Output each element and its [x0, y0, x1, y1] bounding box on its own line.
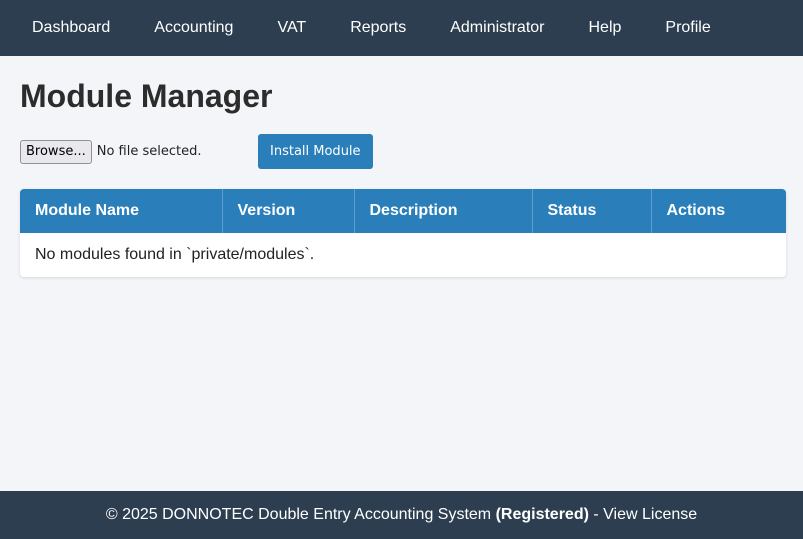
nav-item-reports[interactable]: Reports — [328, 0, 428, 56]
module-upload-form: Browse... No file selected. Install Modu… — [20, 134, 783, 169]
file-status-text: No file selected. — [96, 144, 202, 159]
nav-item-accounting[interactable]: Accounting — [132, 0, 255, 56]
install-module-button[interactable]: Install Module — [258, 134, 373, 169]
modules-table-card: Module Name Version Description Status A… — [20, 189, 786, 277]
modules-table: Module Name Version Description Status A… — [20, 189, 786, 277]
top-navbar: Dashboard Accounting VAT Reports Adminis… — [0, 0, 803, 56]
page-title: Module Manager — [20, 78, 273, 114]
browse-button[interactable]: Browse... — [20, 139, 92, 164]
nav-item-help[interactable]: Help — [566, 0, 643, 56]
footer-copyright: © 2025 DONNOTEC Double Entry Accounting … — [105, 506, 496, 523]
column-header-status: Status — [532, 189, 652, 233]
column-header-version: Version — [222, 189, 355, 233]
table-row: No modules found in `private/modules`. — [20, 233, 786, 277]
nav-item-dashboard[interactable]: Dashboard — [10, 0, 132, 56]
page-footer: © 2025 DONNOTEC Double Entry Accounting … — [0, 491, 803, 539]
column-header-actions: Actions — [666, 202, 726, 219]
view-license-link[interactable]: View License — [603, 506, 697, 524]
nav-item-administrator[interactable]: Administrator — [428, 0, 566, 56]
footer-separator: - — [588, 506, 604, 523]
registration-status: (Registered) — [495, 506, 589, 523]
column-header-module-name: Module Name — [20, 189, 223, 233]
table-header-row: Module Name Version Description Status A… — [20, 189, 786, 233]
empty-table-message: No modules found in `private/modules`. — [35, 246, 315, 263]
main-content: Module Manager Browse... No file selecte… — [0, 56, 803, 277]
column-header-description: Description — [354, 189, 533, 233]
module-file-input[interactable]: Browse... No file selected. — [20, 139, 258, 164]
nav-item-vat[interactable]: VAT — [255, 0, 328, 56]
nav-item-profile[interactable]: Profile — [643, 0, 732, 56]
